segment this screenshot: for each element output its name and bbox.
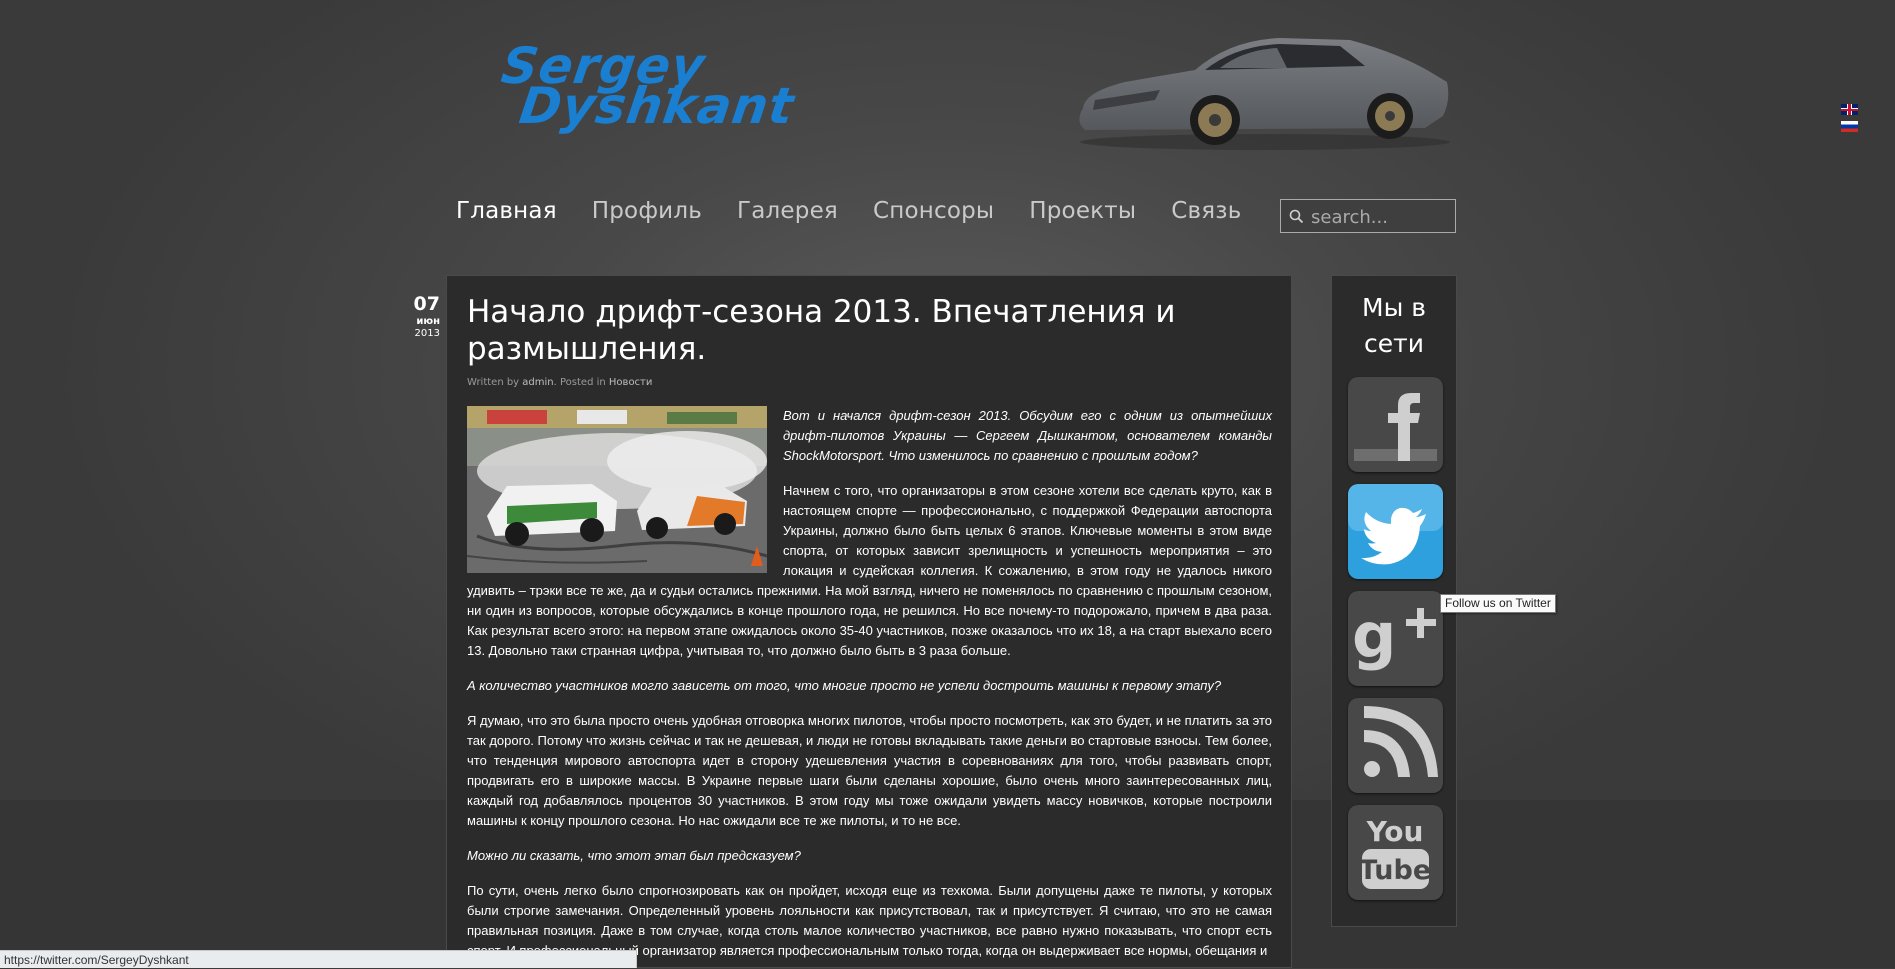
- post-date-day: 07: [413, 293, 440, 315]
- youtube-icon[interactable]: You Tube: [1348, 805, 1443, 900]
- post-date: 07 июн 2013: [408, 293, 440, 340]
- russian-flag-icon[interactable]: [1841, 121, 1858, 132]
- browser-status-bar: https://twitter.com/SergeyDyshkant: [0, 950, 637, 968]
- nav-item-profile[interactable]: Профиль: [592, 198, 702, 232]
- post-paragraph: Я думаю, что это была просто очень удобн…: [467, 713, 1272, 828]
- google-plus-icon[interactable]: g: [1348, 591, 1443, 686]
- nav-item-gallery[interactable]: Галерея: [737, 198, 838, 232]
- meta-written-label: Written by: [467, 377, 523, 388]
- article: Начало дрифт-сезона 2013. Впечатления и …: [446, 275, 1292, 968]
- site-logo[interactable]: Sergey Dyshkant: [498, 37, 872, 140]
- meta-category-link[interactable]: Новости: [609, 377, 652, 388]
- post-body: Вот и начался дрифт-сезон 2013. Обсудим …: [467, 406, 1272, 967]
- nav-item-contact[interactable]: Связь: [1171, 198, 1241, 232]
- twitter-tooltip: Follow us on Twitter: [1440, 594, 1556, 613]
- post-meta: Written by admin. Posted in Новости: [467, 377, 652, 388]
- meta-author-link[interactable]: admin: [522, 377, 553, 388]
- nav-item-home[interactable]: Главная: [456, 198, 557, 232]
- search-box: [1280, 199, 1456, 233]
- logo-line-2: Dyshkant: [515, 77, 799, 135]
- english-flag-icon[interactable]: [1841, 104, 1858, 115]
- social-sidebar: Мы в сети g You Tube: [1331, 275, 1457, 927]
- svg-text:Tube: Tube: [1359, 855, 1431, 886]
- meta-posted-label: . Posted in: [553, 377, 609, 388]
- language-switcher: [1841, 104, 1859, 138]
- twitter-icon[interactable]: [1348, 484, 1443, 579]
- main-nav: Главная Профиль Галерея Спонсоры Проекты…: [456, 198, 1276, 232]
- facebook-icon[interactable]: [1348, 377, 1443, 472]
- post-date-year: 2013: [414, 328, 440, 339]
- header-car-image: [1079, 38, 1450, 150]
- nav-item-sponsors[interactable]: Спонсоры: [873, 198, 994, 232]
- photo-spacer: [467, 406, 783, 576]
- nav-item-projects[interactable]: Проекты: [1029, 198, 1136, 232]
- svg-text:g: g: [1352, 599, 1396, 672]
- search-input[interactable]: [1309, 204, 1453, 230]
- post-paragraph: Можно ли сказать, что этот этап был пред…: [467, 848, 801, 863]
- post-paragraph: А количество участников могло зависеть о…: [467, 678, 1222, 693]
- search-icon: [1289, 209, 1304, 224]
- post-title[interactable]: Начало дрифт-сезона 2013. Впечатления и …: [467, 294, 1247, 368]
- post-paragraph: По сути, очень легко было спрогнозироват…: [467, 883, 1272, 958]
- svg-text:You: You: [1366, 815, 1424, 848]
- sidebar-title: Мы в сети: [1362, 293, 1426, 358]
- rss-icon[interactable]: [1348, 698, 1443, 793]
- post-date-month: июн: [416, 316, 440, 327]
